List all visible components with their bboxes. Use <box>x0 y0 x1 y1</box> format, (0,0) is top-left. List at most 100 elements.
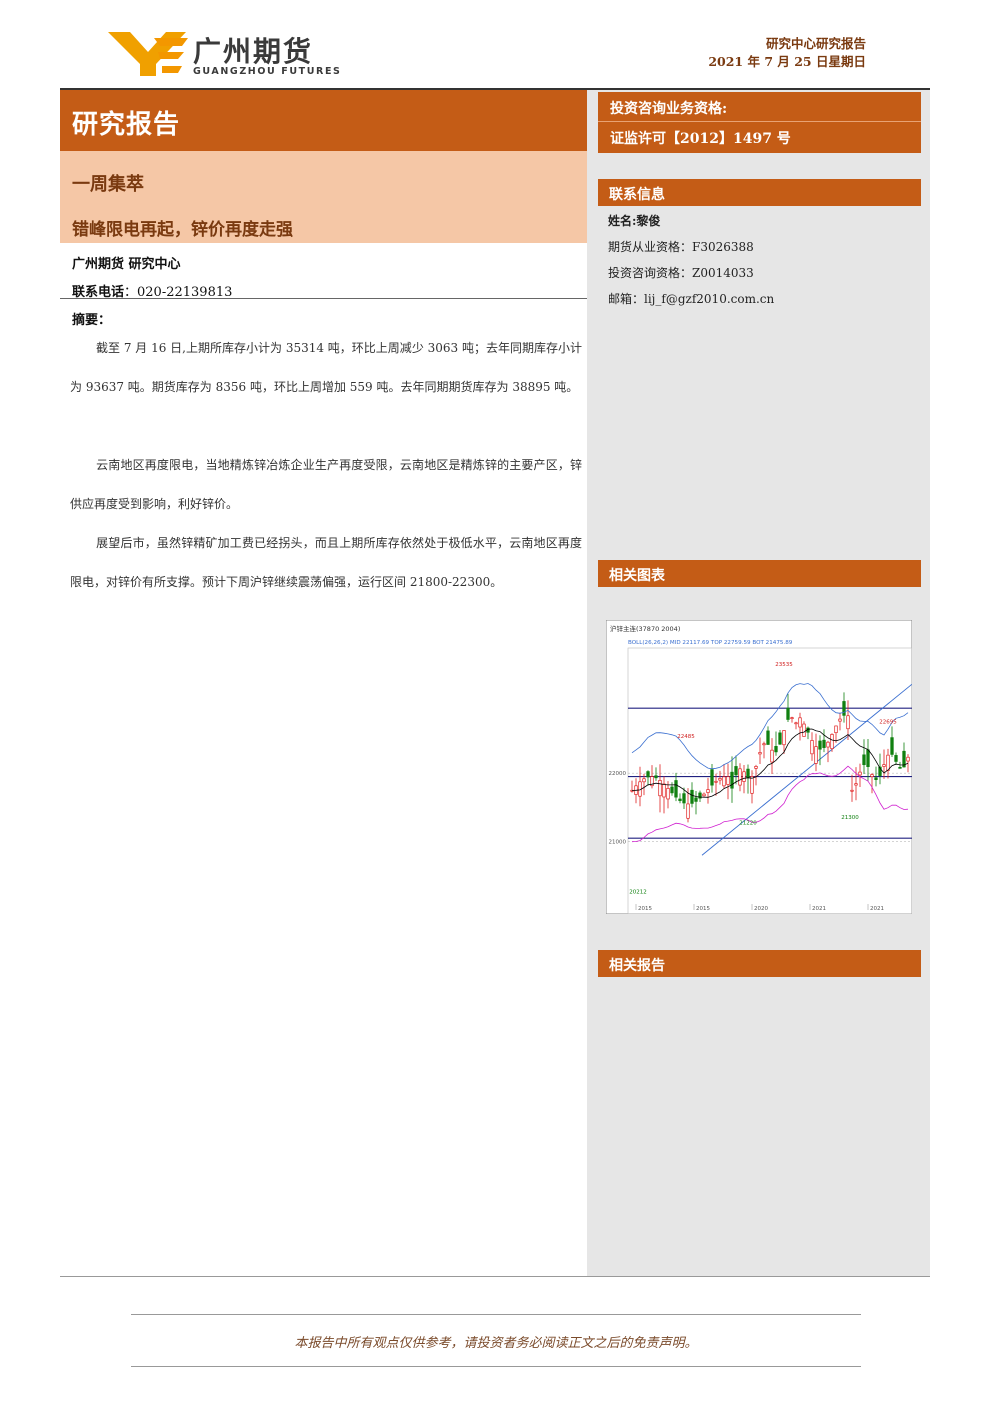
candle-body <box>858 771 862 776</box>
contact-header: 联系信息 <box>598 179 921 206</box>
report-type: 研究中心研究报告 <box>765 36 866 51</box>
logo-mark-bar1 <box>154 38 188 46</box>
candle-body <box>742 771 746 782</box>
candle-body <box>870 774 874 777</box>
candle-body <box>782 730 786 746</box>
candle-body <box>746 768 750 778</box>
candle-body <box>850 789 854 792</box>
candle-body <box>814 746 818 764</box>
paragraph-text: 截至 7 月 16 日,上期所库存小计为 35314 吨，环比上周减少 3063… <box>70 341 582 394</box>
summary-paragraph: 展望后市，虽然锌精矿加工费已经拐头，而且上期所库存依然处于极低水平，云南地区再度… <box>70 524 582 602</box>
candle-body <box>906 756 910 762</box>
contact-name: 姓名:黎俊 <box>608 214 661 228</box>
candle-body <box>702 793 706 797</box>
candle-body <box>726 776 730 785</box>
candle-body <box>706 789 710 793</box>
candle-body <box>682 793 686 804</box>
reports-header: 相关报告 <box>598 950 921 977</box>
candle-body <box>798 717 802 728</box>
candle-body <box>802 723 806 737</box>
footer-divider-top <box>60 1276 930 1277</box>
candle-body <box>750 776 754 794</box>
candle-body <box>642 778 646 783</box>
report-title: 研究报告 <box>72 110 181 140</box>
candle-body <box>766 730 770 745</box>
candle-body <box>774 746 778 753</box>
candle-body <box>830 734 834 749</box>
candle-body <box>854 783 858 786</box>
price-annotation: 21220 <box>739 821 757 827</box>
footer-divider-upper <box>131 1314 861 1315</box>
logo-cn-text: 广州期货 <box>193 35 314 68</box>
paragraph-text: 云南地区再度限电，当地精炼锌冶炼企业生产再度受限，云南地区是精炼锌的主要产区，锌… <box>70 458 582 511</box>
contact-advisory-cert: 投资咨询资格：Z0014033 <box>608 266 754 280</box>
logo-mark-bar2 <box>158 52 184 59</box>
summary-label: 摘要： <box>72 313 112 328</box>
candle-body <box>718 778 722 781</box>
report-date: 2021 年 7 月 25 日星期日 <box>708 54 866 69</box>
candle-body <box>842 701 846 716</box>
candle-body <box>890 737 894 755</box>
candle-body <box>778 732 782 745</box>
x-tick-label: 2015 <box>638 906 652 912</box>
chart-indicator: BOLL(26,26,2) MID 22117.69 TOP 22759.59 … <box>628 640 793 646</box>
reports-header-label: 相关报告 <box>609 958 665 974</box>
candle-body <box>810 740 814 755</box>
logo-mark-bar3 <box>162 66 182 73</box>
price-annotation: 20212 <box>629 889 647 895</box>
candle-body <box>770 749 774 763</box>
x-tick-label: 2020 <box>754 906 768 912</box>
candle-body <box>758 752 762 755</box>
candle-body <box>834 725 838 734</box>
x-tick-label: 2021 <box>870 906 884 912</box>
candle-body <box>666 787 670 800</box>
candle-body <box>786 707 790 720</box>
candle-body <box>678 798 682 801</box>
chart-title: 沪锌主连(37870 2004) <box>610 624 680 633</box>
candle-body <box>662 783 666 798</box>
paragraph-text: 展望后市，虽然锌精矿加工费已经拐头，而且上期所库存依然处于极低水平，云南地区再度… <box>70 536 582 589</box>
candle-body <box>846 715 850 730</box>
report-title-bar: 研究报告 <box>60 90 587 151</box>
disclaimer: 本报告中所有观点仅供参考，请投资者务必阅读正文之后的免责声明。 <box>294 1336 698 1351</box>
candle-body <box>894 755 898 762</box>
candle-body <box>730 771 734 789</box>
candle-body <box>754 766 758 769</box>
candle-body <box>646 771 650 778</box>
candle-body <box>818 740 822 750</box>
summary-paragraph: 云南地区再度限电，当地精炼锌冶炼企业生产再度受限，云南地区是精炼锌的主要产区，锌… <box>70 446 582 524</box>
candle-body <box>722 776 726 787</box>
candle-body <box>686 803 690 819</box>
contact-futures-cert: 期货从业资格：F3026388 <box>608 240 754 254</box>
logo-en-text: GUANGZHOU FUTURES <box>193 66 342 77</box>
candle-body <box>794 722 798 725</box>
candle-body <box>898 766 902 769</box>
chart-header: 相关图表 <box>598 560 921 587</box>
y-tick-label: 21000 <box>609 840 627 846</box>
candle-body <box>862 754 866 766</box>
organization: 广州期货 研究中心 <box>72 257 181 272</box>
candle-body <box>654 775 658 779</box>
candle-body <box>866 749 870 767</box>
contact-header-label: 联系信息 <box>609 187 665 203</box>
price-annotation: 21300 <box>841 815 859 821</box>
price-annotation: 22485 <box>677 734 695 740</box>
y-tick-label: 22000 <box>609 771 627 777</box>
footer-divider-lower <box>131 1366 861 1367</box>
x-tick-label: 2021 <box>812 906 826 912</box>
candle-body <box>658 780 662 797</box>
candle-body <box>886 754 890 771</box>
contact-email: 邮箱：lij_f@gzf2010.com.cn <box>608 292 775 306</box>
candle-body <box>674 780 678 798</box>
report-headline: 错峰限电再起，锌价再度走强 <box>72 220 293 240</box>
summary-paragraph: 截至 7 月 16 日,上期所库存小计为 35314 吨，环比上周减少 3063… <box>70 329 582 407</box>
candle-body <box>670 786 674 794</box>
chart-header-label: 相关图表 <box>609 568 665 584</box>
price-annotation: 23535 <box>775 662 793 668</box>
candle-body <box>822 739 826 748</box>
qualification-label: 投资咨询业务资格: <box>610 101 728 117</box>
candle-body <box>738 768 742 786</box>
candle-body <box>762 743 766 746</box>
candle-body <box>734 766 738 776</box>
candle-body <box>874 777 878 781</box>
